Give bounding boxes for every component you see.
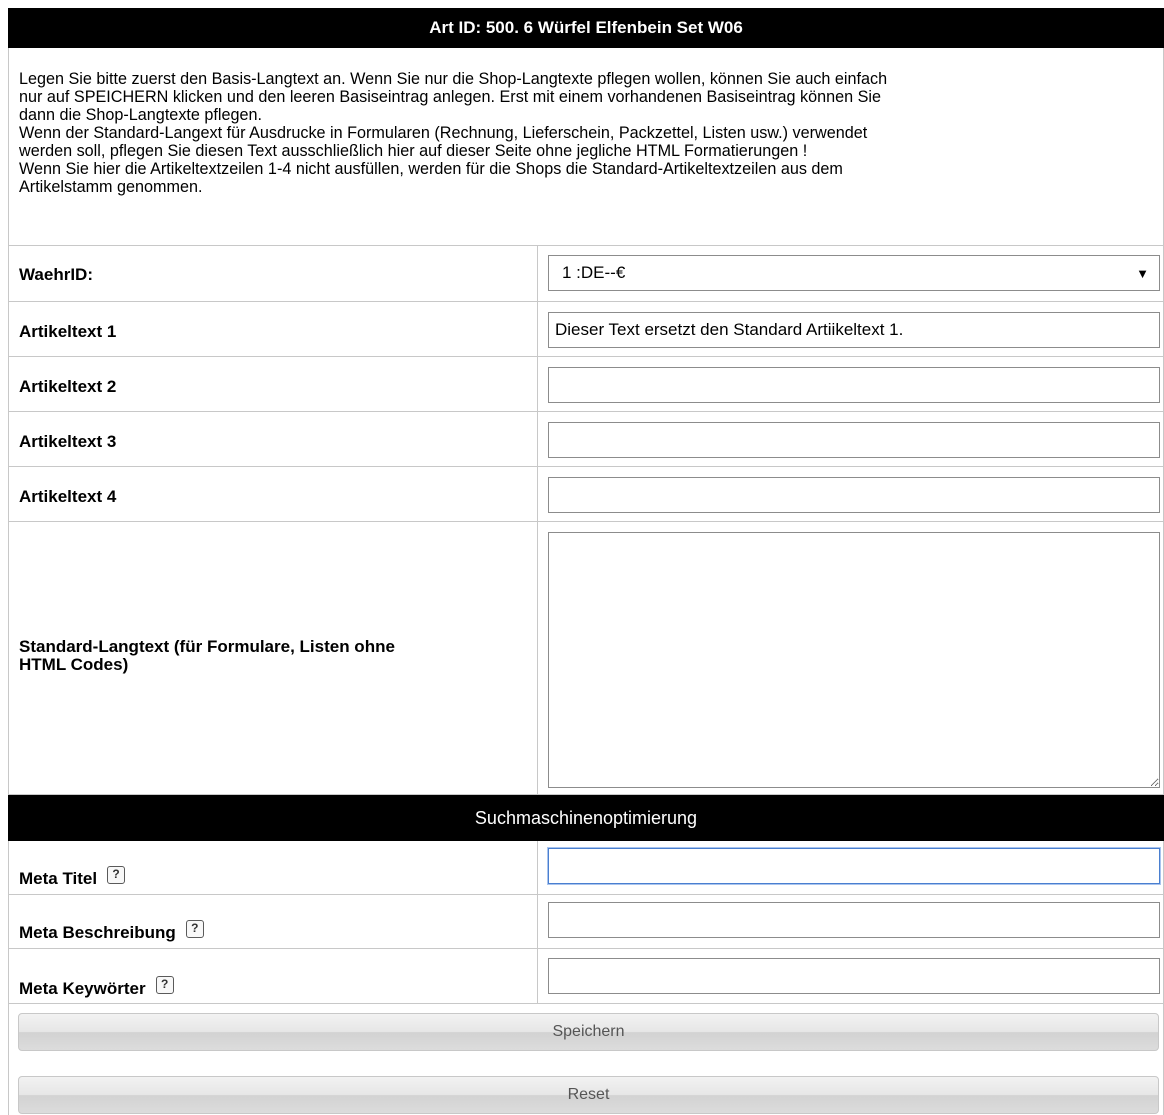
artikeltext-1-label: Artikeltext 1 [19, 322, 117, 341]
meta-titel-input[interactable] [548, 848, 1160, 884]
artikeltext-1-input[interactable] [548, 312, 1160, 348]
row-meta-titel: Meta Titel? [8, 841, 1164, 895]
save-button[interactable]: Speichern [18, 1013, 1159, 1051]
meta-keywoerter-input[interactable] [548, 958, 1160, 994]
row-waehrid: WaehrID: 1 :DE--€ ▼ [8, 246, 1164, 302]
page-title: Art ID: 500. 6 Würfel Elfenbein Set W06 [8, 8, 1164, 48]
waehrid-select[interactable]: 1 :DE--€ ▼ [548, 255, 1160, 291]
instruction-line: Artikelstamm genommen. [19, 178, 203, 196]
column-divider [537, 357, 538, 411]
article-text-form: Art ID: 500. 6 Würfel Elfenbein Set W06 … [8, 8, 1164, 1115]
artikeltext-3-label: Artikeltext 3 [19, 432, 117, 451]
standard-langtext-label-line: Standard-Langtext (für Formulare, Listen… [19, 637, 395, 656]
instruction-line: Wenn der Standard-Langext für Ausdrucke … [19, 124, 868, 142]
meta-titel-label: Meta Titel [19, 869, 98, 888]
meta-keywoerter-label-wrap: Meta Keywörter? [19, 976, 174, 1000]
column-divider [537, 895, 538, 948]
artikeltext-2-input[interactable] [548, 367, 1160, 403]
standard-langtext-textarea[interactable] [548, 532, 1160, 788]
artikeltext-3-input[interactable] [548, 422, 1160, 458]
column-divider [537, 522, 538, 794]
reset-button[interactable]: Reset [18, 1076, 1159, 1114]
instruction-line: Legen Sie bitte zuerst den Basis-Langtex… [19, 70, 888, 88]
waehrid-label: WaehrID: [19, 265, 93, 284]
meta-beschreibung-label-wrap: Meta Beschreibung? [19, 920, 204, 944]
standard-langtext-label-line: HTML Codes) [19, 655, 129, 674]
column-divider [537, 412, 538, 466]
instructions: Legen Sie bitte zuerst den Basis-Langtex… [8, 48, 1164, 246]
row-artikeltext-3: Artikeltext 3 [8, 412, 1164, 467]
column-divider [537, 467, 538, 521]
help-icon[interactable]: ? [107, 866, 126, 884]
standard-langtext-label: Standard-Langtext (für Formulare, Listen… [19, 638, 395, 674]
column-divider [537, 949, 538, 1003]
meta-beschreibung-input[interactable] [548, 902, 1160, 938]
column-divider [537, 246, 538, 301]
meta-keywoerter-label: Meta Keywörter [19, 979, 146, 998]
row-standard-langtext: Standard-Langtext (für Formulare, Listen… [8, 522, 1164, 795]
help-icon[interactable]: ? [185, 920, 204, 938]
artikeltext-4-input[interactable] [548, 477, 1160, 513]
instruction-line: Wenn Sie hier die Artikeltextzeilen 1-4 … [19, 160, 843, 178]
dropdown-arrow-icon: ▼ [1136, 265, 1149, 281]
waehrid-selected-value: 1 :DE--€ [562, 263, 626, 282]
column-divider [537, 841, 538, 894]
meta-titel-label-wrap: Meta Titel? [19, 866, 126, 890]
help-icon[interactable]: ? [155, 976, 174, 994]
artikeltext-4-label: Artikeltext 4 [19, 487, 117, 506]
row-artikeltext-1: Artikeltext 1 [8, 302, 1164, 357]
instruction-line: dann die Shop-Langtexte pflegen. [19, 106, 263, 124]
instruction-line: werden soll, pflegen Sie diesen Text aus… [19, 142, 808, 160]
row-meta-beschreibung: Meta Beschreibung? [8, 895, 1164, 949]
column-divider [537, 302, 538, 356]
row-artikeltext-2: Artikeltext 2 [8, 357, 1164, 412]
row-meta-keywoerter: Meta Keywörter? [8, 949, 1164, 1004]
meta-beschreibung-label: Meta Beschreibung [19, 923, 176, 942]
seo-section-header: Suchmaschinenoptimierung [8, 795, 1164, 841]
instruction-line: nur auf SPEICHERN klicken und den leeren… [19, 88, 882, 106]
row-artikeltext-4: Artikeltext 4 [8, 467, 1164, 522]
artikeltext-2-label: Artikeltext 2 [19, 377, 117, 396]
